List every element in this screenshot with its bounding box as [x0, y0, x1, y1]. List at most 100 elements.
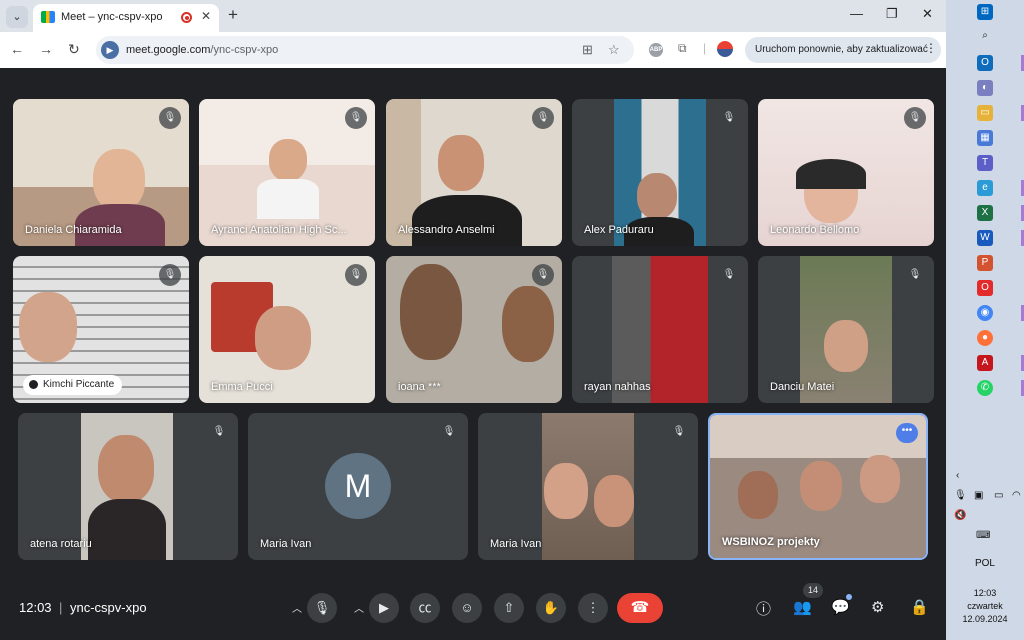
chrome-icon[interactable]: ◉	[977, 305, 993, 321]
browser-menu-icon[interactable]: ⋮	[925, 41, 937, 55]
reload-button[interactable]: ↻	[68, 41, 80, 58]
participant-tile[interactable]: 🎙 Emma Pucci	[199, 256, 375, 403]
recording-icon	[181, 12, 192, 23]
bookmark-star-icon[interactable]: ☆	[608, 42, 620, 58]
minimize-button[interactable]: —	[850, 6, 863, 21]
meeting-details-icon[interactable]: ⓘ	[756, 598, 771, 619]
file-explorer-icon[interactable]: ▭	[977, 105, 993, 121]
more-options-button[interactable]: •••	[896, 423, 918, 443]
participant-tile-active[interactable]: ••• WSBINOZ projekty	[708, 413, 928, 560]
update-button-label: Uruchom ponownie, aby zaktualizować	[755, 44, 928, 55]
captions-button[interactable]: ㏄	[410, 593, 440, 623]
whatsapp-icon[interactable]: ✆	[977, 380, 993, 396]
tab-search-button[interactable]: ⌄	[6, 6, 28, 28]
participant-tile[interactable]: 🎙 Daniela Chiaramida	[13, 99, 189, 246]
excel-icon[interactable]: X	[977, 205, 993, 221]
participant-name: Maria Ivan	[490, 538, 542, 550]
word-icon[interactable]: W	[977, 230, 993, 246]
restore-button[interactable]: ❐	[886, 6, 898, 22]
volume-muted-icon[interactable]: 🔇	[954, 510, 966, 521]
participant-tile[interactable]: 🎙 Danciu Matei	[758, 256, 934, 403]
taskbar-day[interactable]: czwartek	[950, 601, 1020, 611]
wifi-icon[interactable]: ◠	[1012, 490, 1021, 501]
participant-tile[interactable]: 🎙 Maria Ivan	[478, 413, 698, 560]
mic-off-icon: 🎙	[532, 264, 554, 286]
participant-name: Maria Ivan	[260, 538, 312, 550]
participant-name: Alessandro Anselmi	[398, 224, 495, 236]
participant-tile[interactable]: 🎙 Kimchi Piccante	[13, 256, 189, 403]
video-person	[98, 435, 154, 503]
adblock-extension-icon[interactable]: ABP	[649, 43, 663, 57]
meeting-control-bar: 12:03 | ync-cspv-xpo ︿ 🎙 ︿ ▶ ㏄ ☺ ⇧ ✋ ⋮ ☎…	[0, 580, 946, 640]
participant-tile[interactable]: 🎙 atena rotariu	[18, 413, 238, 560]
participant-tile[interactable]: M 🎙 Maria Ivan	[248, 413, 468, 560]
mic-off-icon: 🎙	[532, 107, 554, 129]
browser-toolbar: ← → ↻ ▶ meet.google.com/ync-cspv-xpo ⊞ ☆…	[0, 32, 946, 68]
leave-call-button[interactable]: ☎	[617, 593, 663, 623]
participant-tile[interactable]: 🎙 Ayranci Anatolian High Sc...	[199, 99, 375, 246]
calculator-icon[interactable]: ▦	[977, 130, 993, 146]
participant-tile[interactable]: 🎙 rayan nahhas	[572, 256, 748, 403]
chat-icon[interactable]: 💬	[831, 598, 850, 616]
people-icon[interactable]: 👥	[793, 598, 812, 616]
search-icon[interactable]: ⌕	[977, 28, 993, 44]
meet-tray-icon[interactable]: ▣	[974, 490, 983, 501]
people-count-badge: 14	[803, 583, 824, 598]
update-button[interactable]: Uruchom ponownie, aby zaktualizować	[745, 37, 941, 63]
outlook-icon[interactable]: O	[977, 55, 993, 71]
teams-icon[interactable]: T	[977, 155, 993, 171]
mic-off-icon: 🎙	[159, 264, 181, 286]
taskbar-time[interactable]: 12:03	[950, 588, 1020, 598]
mic-off-icon: 🎙	[718, 107, 740, 129]
taskbar-date[interactable]: 12.09.2024	[950, 614, 1020, 624]
participant-name: Ayranci Anatolian High Sc...	[211, 224, 347, 236]
edge-icon[interactable]: e	[977, 180, 993, 196]
participant-tile[interactable]: 🎙 Leonardo Bellomo	[758, 99, 934, 246]
microphone-tray-icon[interactable]: 🎙	[954, 490, 967, 501]
url-path: /ync-cspv-xpo	[210, 44, 279, 56]
audio-options-chevron-icon[interactable]: ︿	[292, 600, 302, 615]
close-window-button[interactable]: ✕	[922, 6, 933, 22]
video-person	[637, 173, 677, 219]
new-tab-button[interactable]: +	[228, 5, 238, 25]
tab-meet[interactable]: Meet – ync-cspv-xpo ✕	[33, 4, 219, 32]
site-info-icon[interactable]: ▶	[101, 41, 119, 59]
microphone-button[interactable]: 🎙	[307, 593, 337, 623]
forward-button[interactable]: →	[39, 41, 53, 57]
back-button[interactable]: ←	[10, 41, 24, 57]
participant-tile[interactable]: 🎙 Alessandro Anselmi	[386, 99, 562, 246]
profile-avatar[interactable]	[717, 41, 733, 57]
tab-close-icon[interactable]: ✕	[201, 9, 211, 23]
participant-name: Daniela Chiaramida	[25, 224, 122, 236]
url-text: meet.google.com/ync-cspv-xpo	[126, 44, 278, 56]
participant-tile[interactable]: 🎙 ioana ***	[386, 256, 562, 403]
tray-chevron-icon[interactable]: ‹	[956, 470, 959, 481]
headphones-icon	[796, 159, 866, 189]
opera-icon[interactable]: O	[977, 280, 993, 296]
battery-icon[interactable]: ▭	[994, 490, 1003, 501]
browser-chrome: ⌄ Meet – ync-cspv-xpo ✕ + — ❐ ✕ ← → ↻ ▶ …	[0, 0, 946, 68]
app-icon[interactable]: ◐	[977, 80, 993, 96]
emoji-reaction-button[interactable]: ☺	[452, 593, 482, 623]
address-bar[interactable]: ▶ meet.google.com/ync-cspv-xpo ⊞ ☆	[96, 36, 634, 64]
video-person-body	[257, 179, 319, 219]
firefox-icon[interactable]: ●	[977, 330, 993, 346]
present-screen-button[interactable]: ⇧	[494, 593, 524, 623]
video-person	[544, 463, 588, 519]
participant-tile[interactable]: 🎙 Alex Paduraru	[572, 99, 748, 246]
extensions-icon[interactable]: ⧉	[678, 41, 687, 56]
powerpoint-icon[interactable]: P	[977, 255, 993, 271]
activities-icon[interactable]: ⚙	[871, 598, 884, 616]
translate-icon[interactable]: ⊞	[582, 42, 593, 58]
windows-start-icon[interactable]: ⊞	[977, 4, 993, 20]
camera-button[interactable]: ▶	[369, 593, 399, 623]
meeting-separator: |	[59, 600, 63, 615]
video-options-chevron-icon[interactable]: ︿	[354, 600, 364, 615]
language-indicator[interactable]: POL	[950, 558, 1020, 569]
keyboard-icon[interactable]: ⌨	[976, 530, 990, 541]
raise-hand-button[interactable]: ✋	[536, 593, 566, 623]
more-options-button[interactable]: ⋮	[578, 593, 608, 623]
video-person	[269, 139, 307, 181]
acrobat-icon[interactable]: A	[977, 355, 993, 371]
host-controls-icon[interactable]: 🔒	[910, 598, 929, 616]
